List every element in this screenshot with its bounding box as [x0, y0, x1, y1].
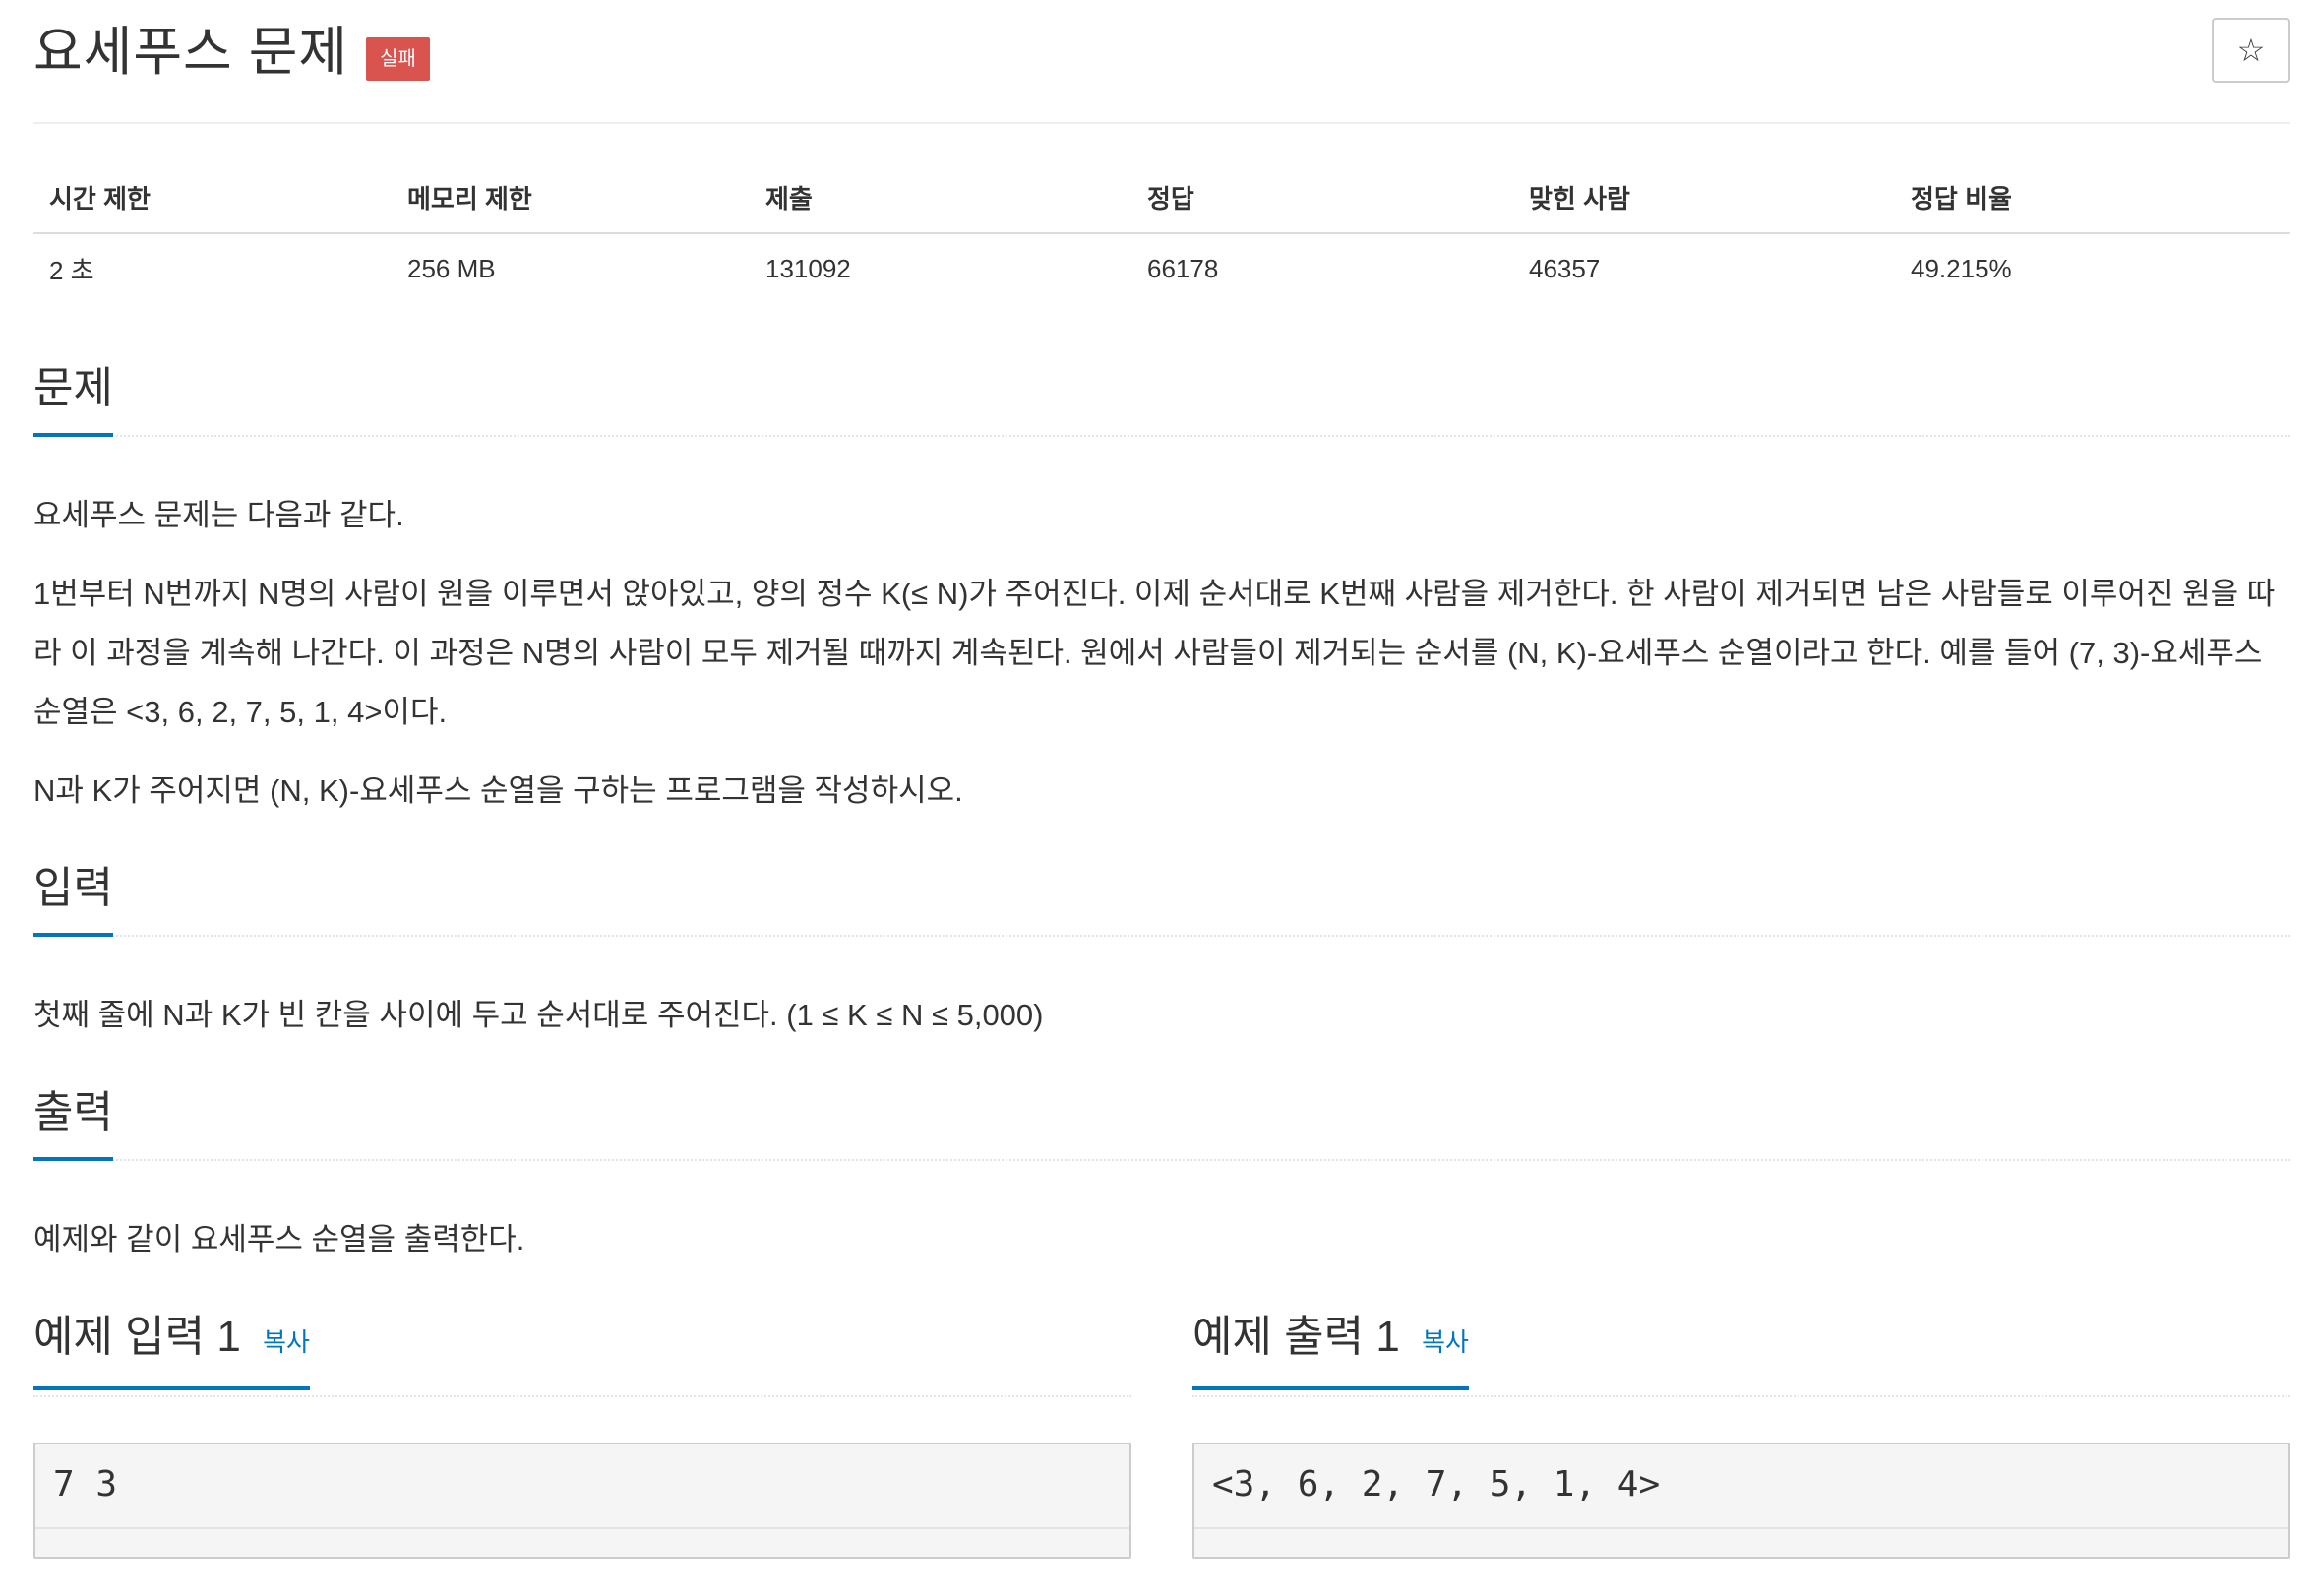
input-section-header: 입력 — [33, 860, 2290, 937]
description-paragraph-2: 1번부터 N번까지 N명의 사람이 원을 이루면서 앉아있고, 양의 정수 K(… — [33, 577, 2276, 729]
value-solvers[interactable]: 46357 — [1529, 254, 1600, 284]
info-value-row: 2 초 256 MB 131092 66178 46357 49.215% — [33, 234, 2290, 303]
output-section-header: 출력 — [33, 1084, 2290, 1161]
value-memory-limit: 256 MB — [407, 253, 496, 283]
value-submissions[interactable]: 131092 — [765, 254, 851, 284]
sample-output-content: <3, 6, 2, 7, 5, 1, 4> — [1212, 1464, 1661, 1504]
status-badge: 실패 — [366, 37, 430, 81]
problem-header: 요세푸스 문제 실패 ☆ — [33, 0, 2290, 124]
sample-output-box[interactable]: <3, 6, 2, 7, 5, 1, 4> — [1192, 1443, 2290, 1559]
output-title: 출력 — [33, 1084, 113, 1161]
input-description: 첫째 줄에 N과 K가 빈 칸을 사이에 두고 순서대로 주어진다. (1 ≤ … — [33, 998, 1044, 1032]
header-submissions: 제출 — [765, 183, 813, 214]
sample-input-copy-link[interactable]: 복사 — [263, 1327, 310, 1357]
problem-info-table: 시간 제한 메모리 제한 제출 정답 맞힌 사람 정답 비율 2 초 256 M… — [33, 161, 2290, 303]
sample-output-divider — [1194, 1527, 2288, 1529]
description-section-header: 문제 — [33, 360, 2290, 437]
sample-input-column: 예제 입력 1 복사 7 3 — [33, 1309, 1131, 1559]
header-accept-ratio: 정답 비율 — [1911, 183, 2012, 214]
sample-output-header: 예제 출력 1 복사 — [1192, 1309, 2290, 1397]
description-paragraph-3: N과 K가 주어지면 (N, K)-요세푸스 순열을 구하는 프로그램을 작성하… — [33, 773, 963, 808]
star-icon: ☆ — [2236, 32, 2266, 68]
header-memory-limit: 메모리 제한 — [407, 183, 532, 214]
value-accepted[interactable]: 66178 — [1147, 254, 1218, 284]
sample-output-title-wrap: 예제 출력 1 복사 — [1192, 1309, 1469, 1390]
page-title: 요세푸스 문제 — [33, 23, 349, 82]
header-accepted: 정답 — [1147, 183, 1194, 214]
sample-output-copy-link[interactable]: 복사 — [1422, 1327, 1469, 1357]
favorite-button[interactable]: ☆ — [2212, 18, 2290, 83]
description-title: 문제 — [33, 360, 113, 437]
sample-output-title: 예제 출력 1 — [1192, 1313, 1400, 1361]
value-time-limit: 2 초 — [49, 255, 94, 285]
sample-input-title-wrap: 예제 입력 1 복사 — [33, 1309, 310, 1390]
problem-page: 요세푸스 문제 실패 ☆ 시간 제한 메모리 제한 제출 정답 맞힌 사람 정답… — [33, 0, 2290, 1559]
info-header-row: 시간 제한 메모리 제한 제출 정답 맞힌 사람 정답 비율 — [33, 161, 2290, 234]
sample-input-title: 예제 입력 1 — [33, 1313, 241, 1361]
input-title: 입력 — [33, 860, 113, 937]
value-accept-ratio: 49.215% — [1911, 253, 2012, 283]
sample-output-column: 예제 출력 1 복사 <3, 6, 2, 7, 5, 1, 4> — [1192, 1309, 2290, 1559]
header-solvers: 맞힌 사람 — [1529, 183, 1630, 214]
sample-input-header: 예제 입력 1 복사 — [33, 1309, 1131, 1397]
title-wrap: 요세푸스 문제 실패 — [33, 14, 430, 91]
description-paragraph-1: 요세푸스 문제는 다음과 같다. — [33, 498, 404, 532]
sample-input-box[interactable]: 7 3 — [33, 1443, 1131, 1559]
output-description: 예제와 같이 요세푸스 순열을 출력한다. — [33, 1222, 525, 1257]
sample-input-content: 7 3 — [53, 1464, 118, 1504]
sample-input-divider — [35, 1527, 1129, 1529]
header-time-limit: 시간 제한 — [49, 183, 151, 214]
